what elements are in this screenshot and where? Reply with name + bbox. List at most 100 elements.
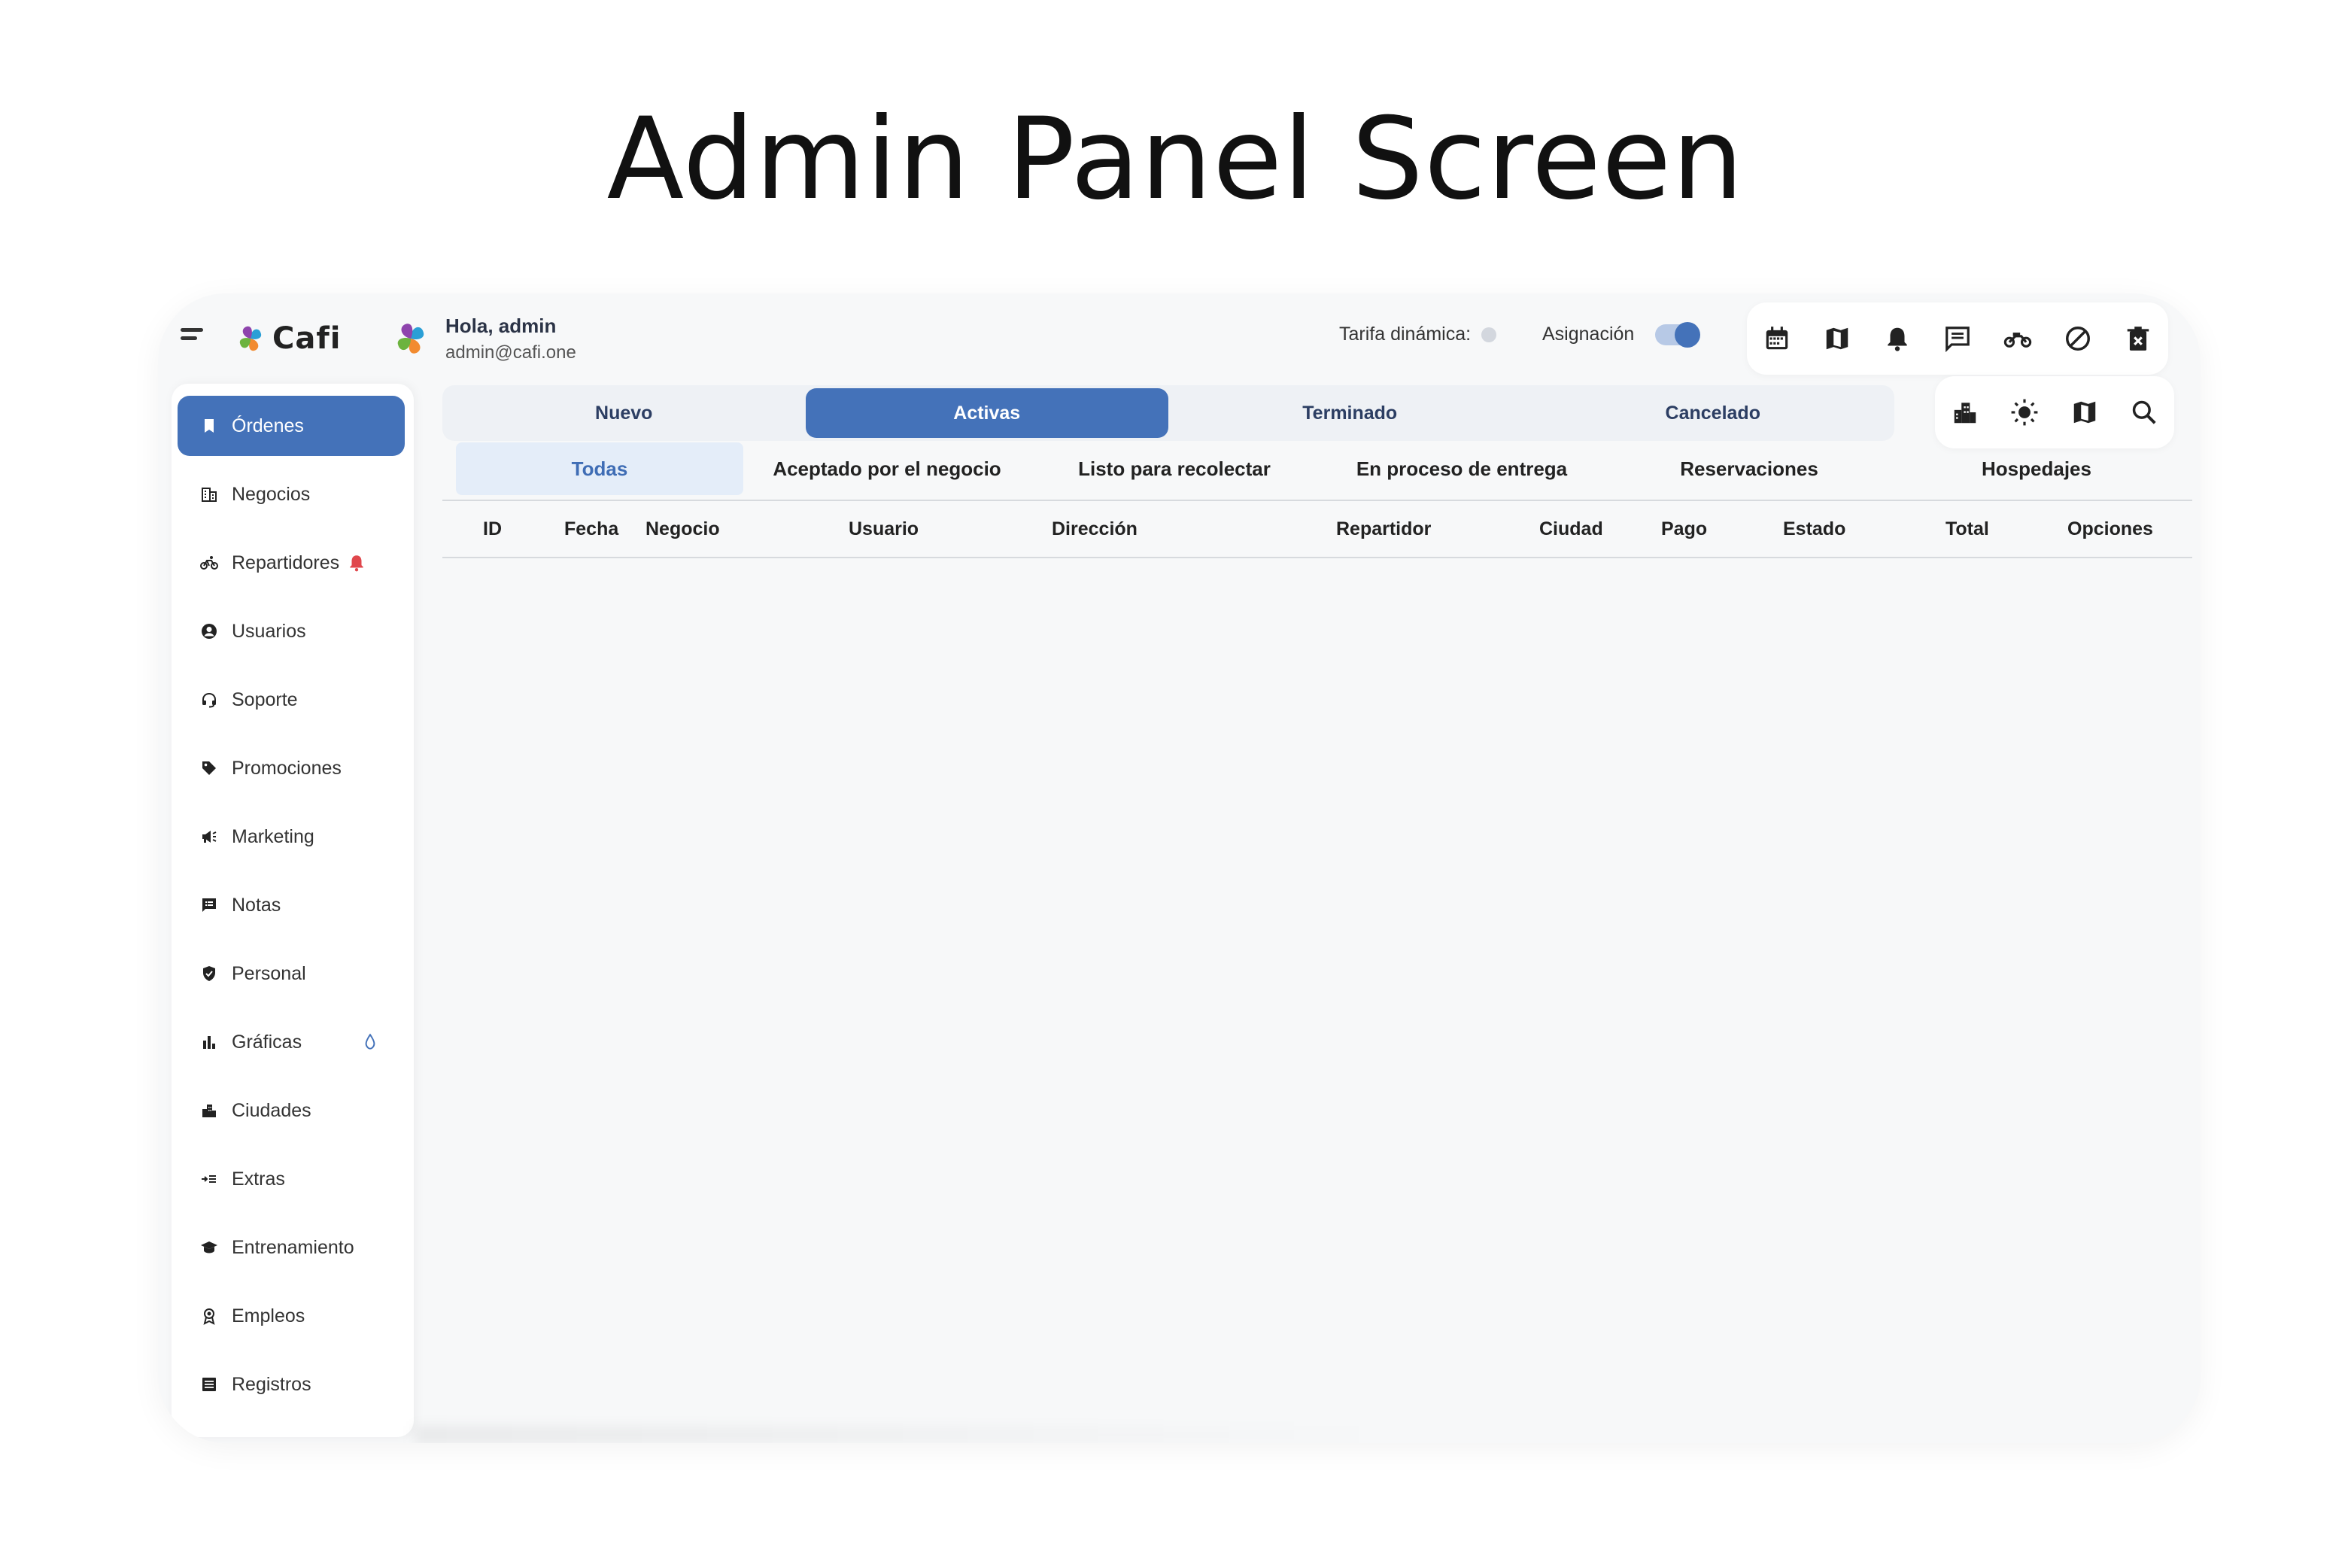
bike-icon: [200, 556, 218, 570]
sidebar: Órdenes Negocios Repartidores Usuarios S…: [172, 384, 414, 1437]
sidebar-item-label: Órdenes: [232, 415, 304, 436]
sidebar-item-label: Entrenamiento: [232, 1236, 354, 1258]
sidebar-item-entrenamiento[interactable]: Entrenamiento: [178, 1217, 405, 1278]
user-profile[interactable]: Hola, admin admin@cafi.one: [390, 308, 576, 369]
sidebar-item-label: Promociones: [232, 757, 342, 779]
sidebar-item-personal[interactable]: Personal: [178, 944, 405, 1004]
admin-app-window: Cafi Hola, admin admin@cafi.one Tarifa d…: [158, 293, 2201, 1443]
shield-icon: [203, 966, 215, 981]
sidebar-item-label: Soporte: [232, 688, 298, 710]
award-icon: [203, 1308, 215, 1325]
city-icon: [202, 1105, 216, 1117]
sidebar-item-label: Repartidores: [232, 552, 340, 573]
column-header[interactable]: Usuario: [849, 501, 919, 557]
note-icon: [202, 898, 216, 912]
subtab-todas[interactable]: Todas: [456, 442, 743, 495]
headset-icon: [202, 692, 216, 708]
menu-icon[interactable]: [181, 322, 214, 355]
column-header[interactable]: Estado: [1783, 501, 1845, 557]
tab-cancelado[interactable]: Cancelado: [1532, 385, 1895, 441]
sidebar-item-label: Registros: [232, 1373, 311, 1395]
column-header[interactable]: ID: [483, 501, 502, 557]
sidebar-item-label: Empleos: [232, 1305, 305, 1326]
calendar-icon[interactable]: [1759, 321, 1795, 357]
sidebar-item-ciudades[interactable]: Ciudades: [178, 1080, 405, 1141]
subtab-reservaciones[interactable]: Reservaciones: [1605, 442, 1893, 495]
column-header[interactable]: Dirección: [1052, 501, 1138, 557]
asignacion: Asignación: [1542, 321, 1701, 348]
megaphone-icon: [202, 831, 217, 843]
column-header[interactable]: Repartidor: [1336, 501, 1431, 557]
tarifa-dinamica: Tarifa dinámica:: [1339, 324, 1497, 345]
sidebar-item-promociones[interactable]: Promociones: [178, 738, 405, 798]
sidebar-item-negocios[interactable]: Negocios: [178, 464, 405, 524]
bookmark-icon: [205, 419, 214, 433]
slide-title: Admin Panel Screen: [606, 94, 1745, 225]
sidebar-item-repartidores[interactable]: Repartidores: [178, 533, 405, 593]
city-icon[interactable]: [1947, 394, 1983, 430]
bar-chart-icon: [203, 1036, 215, 1049]
sidebar-item-label: Extras: [232, 1168, 285, 1190]
subtab-en-proceso[interactable]: En proceso de entrega: [1318, 442, 1605, 495]
column-header[interactable]: Ciudad: [1539, 501, 1603, 557]
sidebar-item-ordenes[interactable]: Órdenes: [178, 396, 405, 456]
subtab-listo[interactable]: Listo para recolectar: [1031, 442, 1318, 495]
sidebar-item-label: Gráficas: [232, 1031, 302, 1053]
sidebar-item-empleos[interactable]: Empleos: [178, 1286, 405, 1346]
sidebar-item-usuarios[interactable]: Usuarios: [178, 601, 405, 661]
user-greeting: Hola, admin: [445, 314, 557, 337]
column-header[interactable]: Total: [1945, 501, 1989, 557]
sidebar-item-extras[interactable]: Extras: [178, 1149, 405, 1209]
sidebar-item-label: Notas: [232, 894, 281, 916]
sidebar-item-label: Marketing: [232, 825, 314, 847]
column-header[interactable]: Negocio: [645, 501, 720, 557]
tab-activas[interactable]: Activas: [805, 388, 1168, 438]
sidebar-item-registros[interactable]: Registros: [178, 1354, 405, 1415]
chat-icon[interactable]: [1939, 321, 1976, 357]
bell-icon[interactable]: [1879, 321, 1915, 357]
cafi-logo-icon: [239, 326, 262, 351]
user-email: admin@cafi.one: [445, 342, 576, 363]
subtab-aceptado[interactable]: Aceptado por el negocio: [743, 442, 1031, 495]
column-header[interactable]: Pago: [1661, 501, 1707, 557]
status-tabs: Nuevo Activas Terminado Cancelado: [442, 385, 1894, 441]
water-drop-icon: [365, 1033, 375, 1050]
sidebar-item-notas[interactable]: Notas: [178, 875, 405, 935]
sidebar-item-soporte[interactable]: Soporte: [178, 670, 405, 730]
sidebar-item-label: Negocios: [232, 483, 311, 505]
sidebar-item-marketing[interactable]: Marketing: [178, 807, 405, 867]
bell-alert-icon: [350, 555, 363, 572]
brand-name: Cafi: [272, 321, 342, 356]
motorcycle-icon[interactable]: [2000, 321, 2036, 357]
tools-icon-tray: [1935, 376, 2174, 448]
asignacion-label: Asignación: [1542, 324, 1635, 345]
tab-terminado[interactable]: Terminado: [1168, 385, 1532, 441]
header-icon-tray: [1747, 302, 2168, 375]
sidebar-item-label: Personal: [232, 962, 306, 984]
column-header[interactable]: Opciones: [2067, 501, 2153, 557]
user-avatar-icon: [397, 324, 424, 354]
tab-nuevo[interactable]: Nuevo: [442, 385, 806, 441]
subtab-hospedajes[interactable]: Hospedajes: [1893, 442, 2180, 495]
tarifa-status-dot[interactable]: [1481, 327, 1497, 342]
order-filter-subtabs: Todas Aceptado por el negocio Listo para…: [456, 442, 2186, 495]
orders-table-header: ID Fecha Negocio Usuario Dirección Repar…: [442, 500, 2192, 558]
tarifa-label: Tarifa dinámica:: [1339, 324, 1472, 345]
tag-icon: [202, 761, 216, 775]
sidebar-item-graficas[interactable]: Gráficas: [178, 1012, 405, 1072]
panel-shadow: [414, 1426, 1392, 1443]
column-header[interactable]: Fecha: [564, 501, 618, 557]
map-icon[interactable]: [2067, 394, 2103, 430]
top-header: Cafi Hola, admin admin@cafi.one Tarifa d…: [158, 293, 2201, 384]
sun-icon[interactable]: [2006, 394, 2043, 430]
map-icon[interactable]: [1819, 321, 1855, 357]
search-icon[interactable]: [2126, 394, 2162, 430]
brand-logo[interactable]: Cafi: [233, 308, 341, 369]
sidebar-item-label: Usuarios: [232, 620, 306, 642]
list-icon: [202, 1378, 216, 1391]
extras-icon: [202, 1175, 216, 1183]
asignacion-toggle[interactable]: [1655, 321, 1701, 348]
block-icon[interactable]: [2060, 321, 2096, 357]
business-icon: [202, 488, 217, 502]
delete-icon[interactable]: [2120, 321, 2156, 357]
